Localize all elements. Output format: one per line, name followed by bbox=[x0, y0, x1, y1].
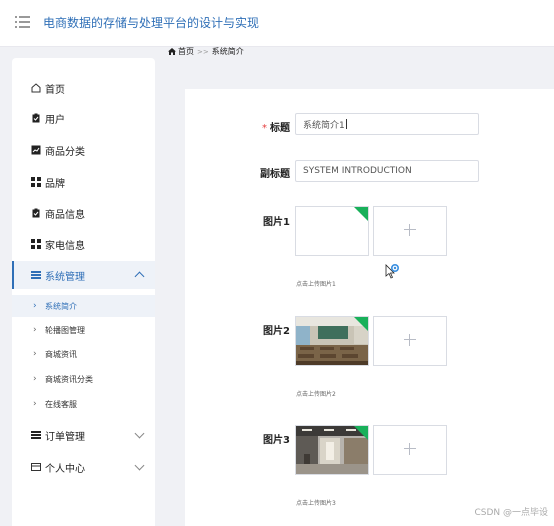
list-icon bbox=[31, 430, 41, 440]
chevron-right-icon: › bbox=[33, 374, 37, 384]
image1-label: 图片1 bbox=[263, 217, 290, 228]
image1-upload-hint: 点击上传图片1 bbox=[296, 281, 336, 288]
image1-upload-button[interactable] bbox=[373, 206, 447, 256]
chevron-right-icon: › bbox=[33, 399, 37, 409]
submenu-item-carousel-management[interactable]: › 轮播图管理 bbox=[12, 319, 155, 341]
chevron-right-icon: › bbox=[33, 301, 37, 311]
chevron-right-icon: › bbox=[33, 325, 37, 335]
subtitle-label: 副标题 bbox=[260, 169, 290, 180]
top-bar: 电商数据的存储与处理平台的设计与实现 bbox=[0, 0, 554, 47]
image2-upload-hint: 点击上传图片2 bbox=[296, 391, 336, 398]
image3-upload-button[interactable] bbox=[373, 425, 447, 475]
title-label: * 标题 bbox=[262, 123, 290, 134]
app-title: 电商数据的存储与处理平台的设计与实现 bbox=[43, 16, 260, 30]
breadcrumb-current: 系统简介 bbox=[211, 47, 244, 56]
image3-preview[interactable] bbox=[295, 425, 369, 475]
submenu-item-label: 在线客服 bbox=[45, 399, 77, 409]
sidebar-item-label: 首页 bbox=[45, 84, 65, 96]
image3-label: 图片3 bbox=[263, 435, 290, 446]
chevron-down-icon bbox=[134, 428, 145, 439]
grid-icon bbox=[31, 177, 41, 187]
submenu-item-online-service[interactable]: › 在线客服 bbox=[12, 393, 155, 415]
sidebar-item-product-category[interactable]: 商品分类 bbox=[12, 136, 155, 164]
list-icon bbox=[31, 270, 41, 280]
sidebar-item-label: 品牌 bbox=[45, 178, 65, 190]
image2-preview[interactable] bbox=[295, 316, 369, 366]
sidebar-item-users[interactable]: 用户 bbox=[12, 104, 155, 132]
home-icon bbox=[31, 83, 41, 93]
sidebar-item-label: 商品分类 bbox=[45, 146, 85, 158]
upload-success-badge bbox=[354, 317, 368, 331]
submenu-item-mall-news[interactable]: › 商城资讯 bbox=[12, 343, 155, 365]
submenu-item-label: 轮播图管理 bbox=[45, 325, 85, 335]
sidebar-item-home[interactable]: 首页 bbox=[12, 74, 155, 102]
sidebar-item-order-management[interactable]: 订单管理 bbox=[12, 421, 155, 449]
sidebar-item-label: 系统管理 bbox=[45, 271, 85, 283]
mouse-pointer-icon bbox=[385, 263, 401, 282]
breadcrumb: 首页 >> 系统简介 bbox=[168, 46, 244, 57]
chart-icon bbox=[31, 145, 41, 155]
image2-upload-button[interactable] bbox=[373, 316, 447, 366]
plus-icon bbox=[404, 443, 416, 455]
grid-icon bbox=[31, 239, 41, 249]
sidebar-item-label: 用户 bbox=[45, 114, 65, 126]
clipboard-check-icon bbox=[31, 208, 41, 218]
image1-preview[interactable] bbox=[295, 206, 369, 256]
subtitle-input[interactable]: SYSTEM INTRODUCTION bbox=[295, 160, 479, 182]
submenu-item-label: 商城资讯 bbox=[45, 349, 77, 359]
submenu-item-mall-news-category[interactable]: › 商城资讯分类 bbox=[12, 368, 155, 390]
submenu-item-system-intro[interactable]: › 系统简介 bbox=[12, 295, 155, 317]
image3-upload-hint: 点击上传图片3 bbox=[296, 500, 336, 507]
sidebar-item-personal-center[interactable]: 个人中心 bbox=[12, 453, 155, 481]
plus-icon bbox=[404, 334, 416, 346]
upload-success-badge bbox=[354, 207, 368, 221]
sidebar-item-system-management[interactable]: 系统管理 bbox=[12, 261, 155, 289]
sidebar: 首页 用户 商品分类 品牌 商品信息 家电信息 系统管理 › 系统简介 › 轮播… bbox=[12, 58, 155, 526]
required-mark: * bbox=[262, 123, 267, 134]
home-icon bbox=[168, 48, 176, 55]
sidebar-item-brand[interactable]: 品牌 bbox=[12, 168, 155, 196]
sidebar-item-label: 商品信息 bbox=[45, 209, 85, 221]
menu-toggle-icon[interactable] bbox=[15, 15, 30, 29]
submenu-item-label: 商城资讯分类 bbox=[45, 374, 93, 384]
image2-label: 图片2 bbox=[263, 326, 290, 337]
submenu-item-label: 系统简介 bbox=[45, 301, 77, 311]
sidebar-item-appliance-info[interactable]: 家电信息 bbox=[12, 230, 155, 258]
chevron-right-icon: › bbox=[33, 349, 37, 359]
plus-icon bbox=[404, 224, 416, 236]
clipboard-icon bbox=[31, 113, 41, 123]
active-indicator bbox=[12, 261, 14, 289]
sidebar-item-product-info[interactable]: 商品信息 bbox=[12, 199, 155, 227]
breadcrumb-home[interactable]: 首页 bbox=[178, 47, 194, 56]
text-caret bbox=[345, 119, 347, 129]
sidebar-item-label: 订单管理 bbox=[45, 431, 85, 443]
main-form-panel: * 标题 系统简介1 副标题 SYSTEM INTRODUCTION 图片1 点击… bbox=[185, 89, 554, 526]
sidebar-item-label: 个人中心 bbox=[45, 463, 85, 475]
watermark: CSDN @一点毕设 bbox=[474, 508, 548, 518]
sidebar-item-label: 家电信息 bbox=[45, 240, 85, 252]
card-icon bbox=[31, 462, 41, 472]
breadcrumb-separator: >> bbox=[197, 48, 209, 56]
title-input[interactable]: 系统简介1 bbox=[295, 113, 479, 135]
upload-success-badge bbox=[354, 426, 368, 440]
chevron-down-icon bbox=[134, 460, 145, 471]
chevron-up-icon bbox=[134, 271, 145, 282]
